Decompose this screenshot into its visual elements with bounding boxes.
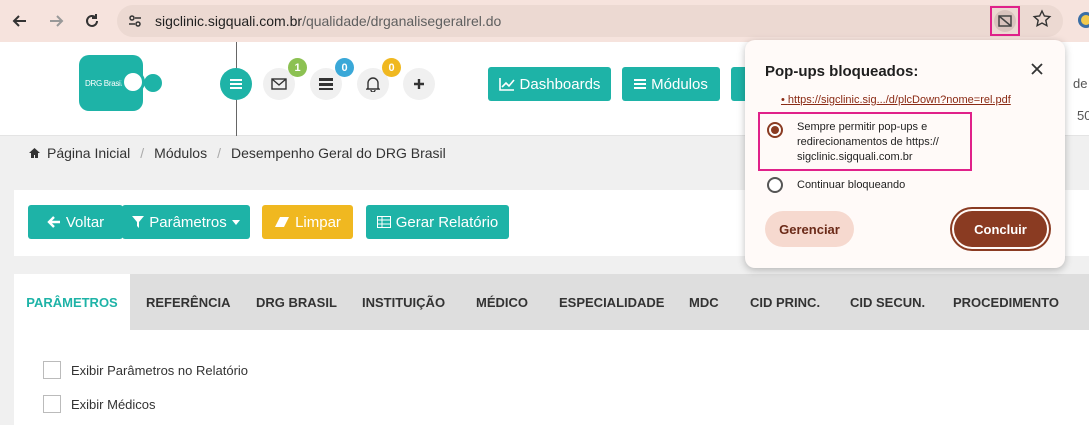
done-button[interactable]: Concluir xyxy=(954,211,1047,247)
manage-button[interactable]: Gerenciar xyxy=(765,211,854,247)
exibir-parametros-label: Exibir Parâmetros no Relatório xyxy=(71,362,249,378)
dashboards-button[interactable]: Dashboards xyxy=(488,67,611,101)
reload-icon xyxy=(86,14,98,27)
header-right-text-2: 50 xyxy=(1077,108,1089,123)
voltar-label: Voltar xyxy=(65,213,105,231)
messages-badge: 1 xyxy=(288,58,307,77)
table-icon xyxy=(376,216,391,228)
modulos-label: Módulos xyxy=(651,75,708,93)
tab-parametros[interactable]: PARÂMETROS xyxy=(14,274,130,330)
popup-blocked-icon xyxy=(998,15,1012,27)
envelope-icon xyxy=(271,78,287,90)
header-right-text-1: de xyxy=(1073,76,1088,91)
tab-especialidade[interactable]: ESPECIALIDADE xyxy=(559,274,664,330)
line-chart-icon xyxy=(498,78,515,91)
continue-blocking-label[interactable]: Continuar bloqueando xyxy=(797,178,905,193)
parametros-label: Parâmetros xyxy=(149,213,227,231)
tab-cid-secun[interactable]: CID SECUN. xyxy=(850,274,925,330)
plus-icon xyxy=(414,79,424,89)
close-button[interactable] xyxy=(1028,60,1046,78)
notifications-button[interactable]: 0 xyxy=(357,58,401,100)
tab-instituicao[interactable]: INSTITUIÇÃO xyxy=(362,274,445,330)
modulos-button[interactable]: Módulos xyxy=(622,67,720,101)
breadcrumb-separator: / xyxy=(140,145,145,161)
home-icon xyxy=(29,148,40,158)
address-bar[interactable]: sigclinic.sigquali.com.br/qualidade/drga… xyxy=(117,5,1063,37)
tab-bar: PARÂMETROS REFERÊNCIA DRG BRASIL INSTITU… xyxy=(14,274,1089,330)
always-allow-line-2: redirecionamentos de https:// xyxy=(797,136,939,148)
arrow-left-icon xyxy=(12,15,26,27)
filter-icon xyxy=(132,216,145,228)
popup-dialog-title: Pop-ups bloqueados: xyxy=(765,63,919,80)
exibir-medicos-label: Exibir Médicos xyxy=(71,396,156,412)
url-host: sigclinic.sigquali.com.br xyxy=(155,13,303,29)
limpar-label: Limpar xyxy=(295,213,341,231)
logo-ring-shape xyxy=(121,70,145,94)
bell-icon xyxy=(366,77,380,92)
always-allow-label[interactable]: Sempre permitir pop-ups e redirecionamen… xyxy=(797,120,939,165)
tab-drg-brasil[interactable]: DRG BRASIL xyxy=(256,274,337,330)
caret-down-icon xyxy=(231,219,240,225)
limpar-button[interactable]: Limpar xyxy=(262,205,353,239)
popup-blocked-indicator[interactable] xyxy=(990,6,1020,36)
gerar-relatorio-label: Gerar Relatório xyxy=(395,213,499,231)
blocked-popup-url: https://sigclinic.sig.../d/plcDown?nome=… xyxy=(787,94,1011,106)
tab-procedimento[interactable]: PROCEDIMENTO xyxy=(953,274,1059,330)
tab-mdc[interactable]: MDC xyxy=(689,274,719,330)
voltar-button[interactable]: Voltar xyxy=(28,205,123,239)
hamburger-icon xyxy=(230,79,242,89)
exibir-medicos-option[interactable]: Exibir Médicos xyxy=(43,395,156,413)
arrow-left-icon xyxy=(47,216,60,228)
tab-medico[interactable]: MÉDICO xyxy=(476,274,528,330)
browser-toolbar: sigclinic.sigquali.com.br/qualidade/drga… xyxy=(0,0,1089,42)
breadcrumb-current: Desempenho Geral do DRG Brasil xyxy=(230,145,446,161)
site-settings-icon[interactable] xyxy=(127,13,143,29)
breadcrumb: Página Inicial / Módulos / Desempenho Ge… xyxy=(28,145,446,161)
always-allow-line-1: Sempre permitir pop-ups e xyxy=(797,121,928,133)
add-button[interactable] xyxy=(403,68,435,100)
close-icon xyxy=(1031,63,1043,75)
bookmark-star-icon[interactable] xyxy=(1032,9,1052,29)
tasks-badge: 0 xyxy=(335,58,354,77)
server-list-icon xyxy=(319,78,333,90)
notifications-badge: 0 xyxy=(382,58,401,77)
breadcrumb-modulos[interactable]: Módulos xyxy=(154,145,207,161)
tab-referencia[interactable]: REFERÊNCIA xyxy=(146,274,231,330)
list-icon xyxy=(634,79,647,89)
blocked-popup-link[interactable]: • https://sigclinic.sig.../d/plcDown?nom… xyxy=(781,94,1011,106)
exibir-medicos-checkbox[interactable] xyxy=(43,395,61,413)
parametros-panel: Exibir Parâmetros no Relatório Exibir Mé… xyxy=(14,330,1089,425)
exibir-parametros-option[interactable]: Exibir Parâmetros no Relatório xyxy=(43,361,248,379)
tasks-button[interactable]: 0 xyxy=(310,58,354,100)
eraser-icon xyxy=(275,217,290,227)
always-allow-line-3: sigclinic.sigquali.com.br xyxy=(797,151,913,163)
always-allow-radio[interactable] xyxy=(767,122,783,138)
gerar-relatorio-button[interactable]: Gerar Relatório xyxy=(366,205,509,239)
breadcrumb-separator: / xyxy=(217,145,221,161)
dashboards-label: Dashboards xyxy=(519,75,601,93)
url-path: /qualidade/drganalisegeralrel.do xyxy=(302,13,502,29)
continue-blocking-radio[interactable] xyxy=(767,177,783,193)
back-button[interactable] xyxy=(8,9,32,33)
exibir-parametros-checkbox[interactable] xyxy=(43,361,61,379)
parametros-dropdown-button[interactable]: Parâmetros xyxy=(122,205,250,239)
breadcrumb-home[interactable]: Página Inicial xyxy=(47,145,130,161)
extension-icon[interactable] xyxy=(1078,12,1089,28)
arrow-right-icon xyxy=(50,15,64,27)
url-text: sigclinic.sigquali.com.br/qualidade/drga… xyxy=(155,13,501,29)
messages-button[interactable]: 1 xyxy=(263,58,307,100)
forward-button[interactable] xyxy=(44,9,68,33)
menu-toggle-button[interactable] xyxy=(220,68,252,100)
tab-cid-princ[interactable]: CID PRINC. xyxy=(750,274,820,330)
reload-button[interactable] xyxy=(80,9,104,33)
logo-text: DRG Brasil xyxy=(85,78,123,88)
logo-dot-shape xyxy=(144,74,162,92)
popup-blocked-dialog: Pop-ups bloqueados: • https://sigclinic.… xyxy=(745,40,1065,268)
